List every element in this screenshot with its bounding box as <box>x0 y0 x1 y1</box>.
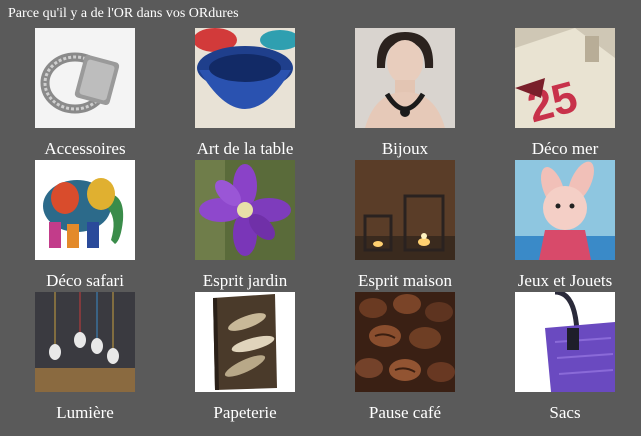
category-label: Accessoires <box>44 139 126 158</box>
coffee-beans-photo <box>355 292 455 392</box>
lanterns-photo <box>355 160 455 260</box>
category-label: Lumière <box>56 403 114 422</box>
category-label: Esprit maison <box>358 271 452 290</box>
elephant-photo <box>35 160 135 260</box>
purple-bag-photo <box>515 292 615 392</box>
category-label: Papeterie <box>213 403 277 422</box>
category-label: Déco safari <box>46 271 124 290</box>
category-label: Pause café <box>368 403 442 422</box>
necklace-model-photo <box>355 28 455 128</box>
category-label: Sacs <box>549 403 581 422</box>
clematis-flower-photo <box>195 160 295 260</box>
category-label: Déco mer <box>531 139 599 158</box>
ring-photo <box>35 28 135 128</box>
bulbs-photo <box>35 292 135 392</box>
notebook-photo <box>195 292 295 392</box>
category-label: Esprit jardin <box>202 271 288 290</box>
site-tagline: Parce qu'il y a de l'OR dans vos ORdures <box>8 6 239 21</box>
sailcloth-photo: 25 <box>515 28 615 128</box>
plush-toy-photo <box>515 160 615 260</box>
category-label: Art de la table <box>196 139 294 158</box>
category-label: Jeux et Jouets <box>517 271 613 290</box>
bowl-photo <box>195 28 295 128</box>
category-label: Bijoux <box>381 139 429 158</box>
